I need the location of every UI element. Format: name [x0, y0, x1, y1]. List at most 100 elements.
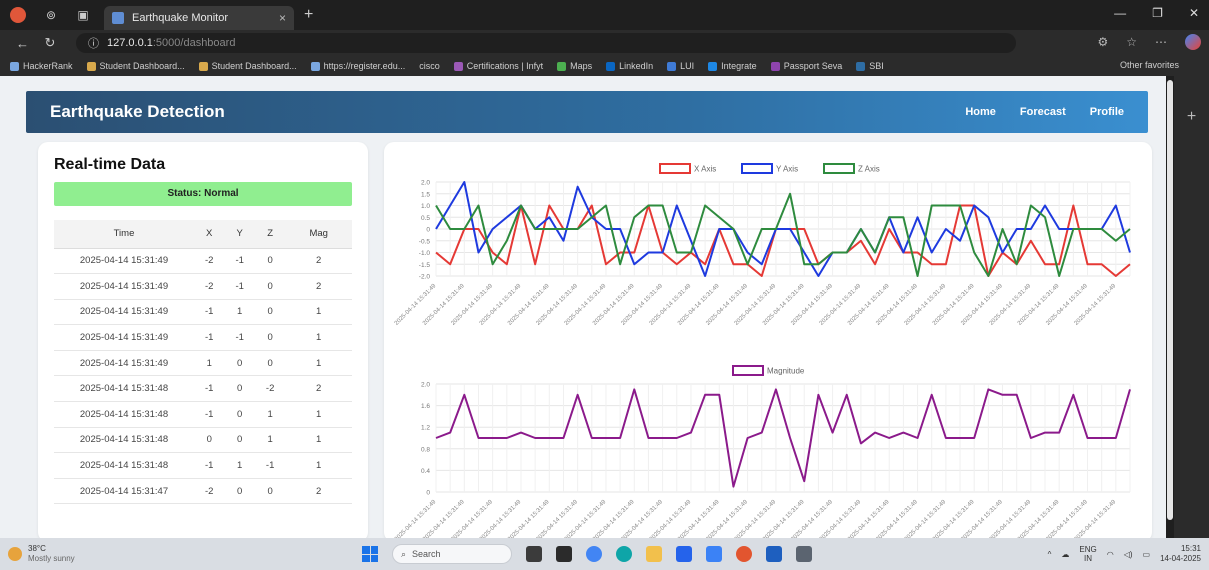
add-sidebar-icon[interactable]: +	[1174, 108, 1209, 126]
site-info-icon[interactable]: ⓘ	[88, 35, 99, 51]
cell-y: 0	[224, 401, 255, 428]
app-header: Earthquake Detection Home Forecast Profi…	[26, 91, 1148, 133]
bookmark[interactable]: HackerRank	[10, 61, 73, 71]
weather-widget[interactable]: 38°C Mostly sunny	[8, 544, 75, 564]
close-window-icon[interactable]: ✕	[1189, 6, 1199, 20]
bookmark[interactable]: Integrate	[708, 61, 757, 71]
url-input[interactable]: ⓘ 127.0.0.1 :5000/dashboard	[76, 33, 1016, 53]
cell-x: 0	[194, 427, 225, 454]
bookmarks-bar: HackerRank Student Dashboard... Student …	[0, 56, 1209, 76]
bookmark[interactable]: SBI	[856, 61, 884, 71]
chevron-up-icon[interactable]: ^	[1048, 550, 1052, 559]
table-row: 2025-04-14 15:31:49 1 0 0 1	[54, 350, 352, 377]
browser-sidebar: +	[1174, 76, 1209, 538]
page-scrollbar[interactable]	[1166, 76, 1174, 538]
tab-close-icon[interactable]: ×	[279, 11, 286, 25]
cell-x: -1	[194, 299, 225, 326]
bookmark-icon	[770, 61, 780, 71]
app-icon[interactable]	[736, 546, 752, 562]
bookmark-icon	[10, 61, 19, 71]
bookmark[interactable]: LinkedIn	[606, 61, 653, 71]
bookmark[interactable]: Certifications | Infyt	[453, 61, 543, 71]
other-favorites[interactable]: Other favorites	[1120, 60, 1179, 70]
file-explorer-icon[interactable]	[556, 546, 572, 562]
reload-icon[interactable]: ↻	[44, 35, 56, 51]
cell-x: -1	[194, 401, 225, 428]
cell-mag: 1	[285, 324, 352, 351]
tab-favicon-icon	[112, 12, 124, 24]
cell-y: 0	[224, 375, 255, 403]
bookmark[interactable]: Student Dashboard...	[198, 61, 297, 71]
cloud-icon[interactable]: ☁	[1061, 550, 1069, 559]
windows-start-icon[interactable]	[362, 546, 378, 562]
weather-desc: Mostly sunny	[28, 554, 75, 563]
favorites-icon[interactable]: ☆	[1126, 35, 1137, 49]
browser-tab[interactable]: Earthquake Monitor ×	[104, 6, 294, 30]
cell-y: 1	[224, 299, 255, 326]
window-controls: — ❐ ✕	[1114, 6, 1199, 20]
bookmark-icon	[198, 61, 208, 71]
nav-home-link[interactable]: Home	[965, 106, 996, 118]
charts-card: X Axis Y Axis Z Axis 2.0 1.5 1.0 0.5 0 -0.5 -1.0 -…	[384, 142, 1152, 538]
col-mag: Mag	[285, 220, 352, 249]
legend-label: Z Axis	[858, 165, 880, 174]
minimize-icon[interactable]: —	[1114, 6, 1126, 20]
y-tick-label: 0	[426, 490, 430, 497]
legend-swatch	[823, 163, 855, 174]
extensions-icon[interactable]: ⚙	[1097, 35, 1108, 49]
bookmark-icon	[667, 61, 677, 71]
bookmark[interactable]: Student Dashboard...	[86, 61, 185, 71]
nav-profile-link[interactable]: Profile	[1090, 106, 1124, 118]
cell-x: -1	[194, 324, 225, 351]
cell-z: 0	[254, 299, 286, 326]
wifi-icon[interactable]: ◠	[1107, 550, 1114, 559]
copilot-icon[interactable]	[1185, 34, 1201, 50]
cell-mag: 1	[285, 299, 352, 326]
table-row: 2025-04-14 15:31:48 -1 0 1 1	[54, 401, 352, 428]
language-indicator[interactable]: ENG IN	[1079, 545, 1096, 563]
cell-z: 0	[254, 248, 286, 275]
table-row: 2025-04-14 15:31:48 0 0 1 1	[54, 427, 352, 454]
cell-mag: 2	[285, 248, 352, 275]
folder-icon[interactable]	[646, 546, 662, 562]
table-row: 2025-04-14 15:31:49 -2 -1 0 2	[54, 248, 352, 275]
cell-y: -1	[224, 248, 255, 275]
card-title: Real-time Data	[54, 156, 166, 173]
cell-y: 1	[224, 452, 255, 479]
more-icon[interactable]: ⋯	[1155, 35, 1167, 49]
gallery-icon[interactable]	[796, 546, 812, 562]
bookmark[interactable]: Passport Seva	[770, 61, 842, 71]
maximize-icon[interactable]: ❐	[1152, 6, 1163, 20]
bookmark[interactable]: LUI	[667, 61, 694, 71]
system-tray: ^ ☁ ENG IN ◠ ◁) ▭ 15:31 14-04-2025	[1048, 544, 1201, 564]
cell-x: -2	[194, 478, 225, 505]
monitor-icon[interactable]	[706, 546, 722, 562]
scrollbar-thumb[interactable]	[1167, 80, 1173, 520]
volume-icon[interactable]: ◁)	[1124, 550, 1133, 559]
cell-time: 2025-04-14 15:31:49	[54, 299, 194, 326]
battery-icon[interactable]: ▭	[1143, 550, 1151, 559]
bookmark[interactable]: cisco	[419, 61, 440, 71]
nav-forecast-link[interactable]: Forecast	[1020, 106, 1066, 118]
edge-icon[interactable]	[616, 546, 632, 562]
new-tab-button[interactable]: +	[304, 6, 313, 24]
table-row: 2025-04-14 15:31:47 -2 0 0 2	[54, 478, 352, 505]
copilot-app-icon[interactable]	[526, 546, 542, 562]
cell-z: -1	[254, 452, 286, 479]
chrome-icon[interactable]	[586, 546, 602, 562]
cell-y: 0	[224, 427, 255, 454]
outlook-icon[interactable]	[766, 546, 782, 562]
profile-icon[interactable]	[10, 7, 26, 23]
url-host: 127.0.0.1	[107, 37, 153, 49]
back-icon[interactable]: ←	[16, 36, 29, 51]
bookmark[interactable]: Maps	[557, 61, 592, 71]
workspaces-icon[interactable]: ⊚	[44, 8, 58, 22]
tab-actions-icon[interactable]: ▣	[76, 8, 90, 22]
taskbar-search-input[interactable]: ⌕ Search	[392, 544, 512, 564]
bookmark[interactable]: https://register.edu...	[310, 61, 405, 71]
store-icon[interactable]	[676, 546, 692, 562]
bookmark-icon	[856, 61, 866, 71]
legend-label: Magnitude	[767, 367, 805, 376]
cell-y: 0	[224, 350, 255, 377]
clock[interactable]: 15:31 14-04-2025	[1160, 544, 1201, 564]
